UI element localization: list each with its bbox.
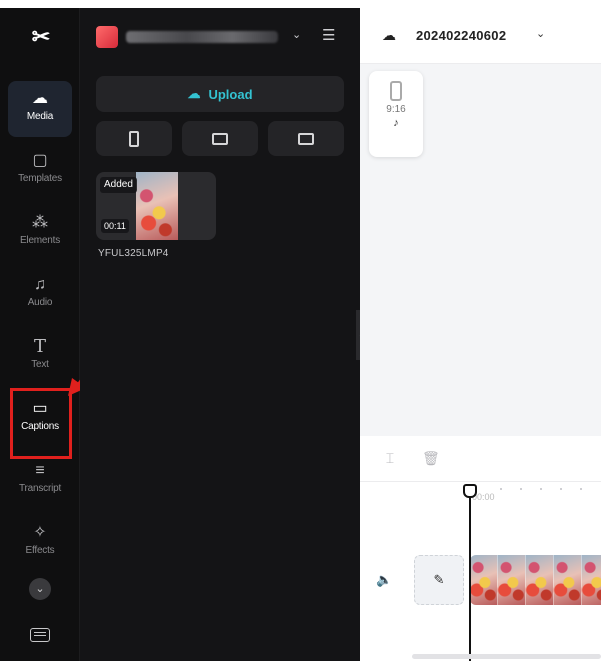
project-title[interactable]: 202402240602: [416, 28, 506, 43]
sidebar-item-templates[interactable]: ▢ Templates: [8, 143, 72, 199]
capcut-logo-icon[interactable]: ✂: [28, 26, 54, 48]
phone-import-button[interactable]: [96, 121, 172, 156]
project-name-blurred: [126, 31, 278, 43]
sidebar-item-media[interactable]: ☁ Media: [8, 81, 72, 137]
sidebar-item-label: Transcript: [18, 483, 62, 494]
sidebar-item-label: Media: [26, 111, 54, 122]
more-chevron-down-icon[interactable]: ⌄: [29, 578, 51, 600]
media-item[interactable]: Added 00:11: [96, 172, 216, 240]
media-filename: YFUL325LMP4: [98, 248, 169, 259]
chevron-down-icon[interactable]: ⌄: [536, 27, 545, 40]
ruler-tick: [580, 488, 582, 490]
clip-frame: [582, 555, 601, 605]
pencil-icon: ✎: [433, 572, 445, 587]
ruler-tick: [560, 488, 562, 490]
media-panel: ⌄ ☰ ☁ Upload Added 00:11 YFUL325LMP4: [80, 8, 360, 661]
elements-icon: ⁂: [32, 214, 48, 231]
keyboard-shortcuts-icon[interactable]: [30, 628, 50, 642]
split-icon[interactable]: ⌶: [382, 450, 398, 466]
sidebar-item-label: Effects: [25, 545, 55, 556]
audio-note-icon: ♫: [34, 276, 46, 293]
sidebar-item-label: Audio: [27, 297, 53, 308]
media-cloud-icon: ☁: [32, 90, 48, 107]
clip-frame: [554, 555, 582, 605]
clip-frame: [498, 555, 526, 605]
project-selector[interactable]: ⌄ ☰: [96, 26, 336, 48]
sidebar-item-elements[interactable]: ⁂ Elements: [8, 205, 72, 261]
delete-trash-icon[interactable]: 🗑: [422, 450, 440, 466]
aspect-ratio-card[interactable]: 9:16 ♪: [369, 71, 423, 157]
sidebar-item-label: Elements: [19, 235, 61, 246]
duration-badge: 00:11: [101, 219, 129, 233]
camera-icon: [212, 132, 228, 145]
captions-highlight-box: [10, 388, 72, 459]
ruler-tick: [520, 488, 522, 490]
top-bar: ☁ 202402240602 ⌄: [360, 8, 601, 64]
sidebar-item-transcript[interactable]: ≡ Transcript: [8, 453, 72, 509]
ruler-tick: [540, 488, 542, 490]
edit-cover-button[interactable]: ✎: [414, 555, 464, 605]
timeline-toolbar: ⌶ 🗑: [360, 436, 601, 482]
screen-record-button[interactable]: [268, 121, 344, 156]
phone-icon: [129, 130, 139, 147]
record-video-button[interactable]: [182, 121, 258, 156]
sidebar-item-text[interactable]: T Text: [8, 329, 72, 385]
transcript-icon: ≡: [35, 462, 45, 479]
upload-label: Upload: [208, 86, 253, 102]
sidebar-item-effects[interactable]: ✧ Effects: [8, 515, 72, 571]
tiktok-icon: ♪: [393, 117, 399, 129]
cloud-sync-icon[interactable]: ☁: [382, 27, 400, 43]
sidebar-item-label: Templates: [18, 173, 62, 184]
added-badge: Added: [100, 177, 137, 193]
left-sidebar: ✂ ☁ Media ▢ Templates ⁂ Elements ♫ Audio…: [0, 8, 80, 661]
project-thumbnail: [96, 26, 118, 48]
media-thumbnail: [136, 172, 178, 240]
upload-button[interactable]: ☁ Upload: [96, 76, 344, 112]
clip-frame: [470, 555, 498, 605]
text-t-icon: T: [33, 336, 46, 357]
sidebar-item-audio[interactable]: ♫ Audio: [8, 267, 72, 323]
templates-icon: ▢: [32, 152, 48, 169]
clip-frame: [526, 555, 554, 605]
video-clip[interactable]: [470, 555, 601, 605]
timeline: 00:00 🔈 ✎: [360, 482, 601, 661]
speaker-volume-icon[interactable]: 🔈: [376, 572, 392, 588]
playhead[interactable]: [469, 490, 471, 661]
aspect-ratio-label: 9:16: [386, 104, 406, 115]
ruler-tick: [500, 488, 502, 490]
playhead-handle[interactable]: [463, 484, 477, 498]
screen-icon: [298, 132, 314, 145]
effects-sparkle-icon: ✧: [33, 524, 47, 541]
chevron-down-icon[interactable]: ⌄: [292, 28, 301, 41]
upload-cloud-icon: ☁: [187, 86, 201, 101]
horizontal-scrollbar[interactable]: [412, 654, 601, 659]
sidebar-item-label: Text: [31, 359, 49, 370]
sort-icon[interactable]: ☰: [322, 26, 335, 44]
phone-outline-icon: [390, 81, 402, 101]
canvas-area: 9:16 ♪: [360, 64, 601, 436]
